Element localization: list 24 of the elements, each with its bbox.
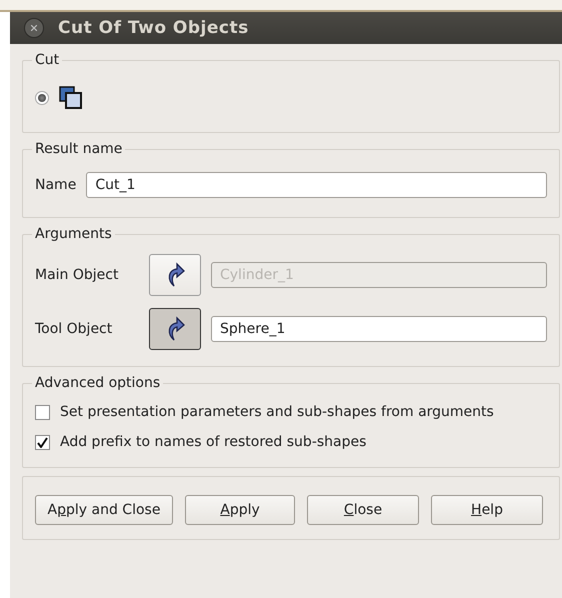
close-button[interactable] xyxy=(24,18,44,38)
checkbox[interactable] xyxy=(35,404,50,420)
field-label: Name xyxy=(35,177,76,193)
dialog-button[interactable]: Apply xyxy=(185,495,295,525)
radio-button[interactable] xyxy=(35,91,49,105)
dialog-button[interactable]: Help xyxy=(431,495,543,525)
input-field[interactable]: Sphere_1 xyxy=(211,316,547,342)
close-icon xyxy=(31,25,37,31)
group-title: Result name xyxy=(34,141,124,157)
dialog-button[interactable]: Close xyxy=(307,495,419,525)
checkbox-label: Add prefix to names of restored sub-shapes xyxy=(60,434,366,450)
field-label: Tool Object xyxy=(35,321,114,337)
checkbox[interactable] xyxy=(35,434,50,450)
select-button[interactable] xyxy=(149,308,201,350)
dialog-button[interactable]: Apply and Close xyxy=(35,495,173,525)
group-title: Arguments xyxy=(34,226,113,242)
window-title: Cut Of Two Objects xyxy=(58,18,249,38)
field-label: Main Object xyxy=(35,267,120,283)
overlapping-squares-icon xyxy=(59,86,83,110)
group-title: Advanced options xyxy=(34,375,162,391)
input-field[interactable]: Cut_1 xyxy=(86,172,547,198)
checkmark-icon xyxy=(37,436,48,448)
group-title: Cut xyxy=(34,52,60,68)
checkbox-label: Set presentation parameters and sub-shapes from arguments xyxy=(60,404,494,420)
